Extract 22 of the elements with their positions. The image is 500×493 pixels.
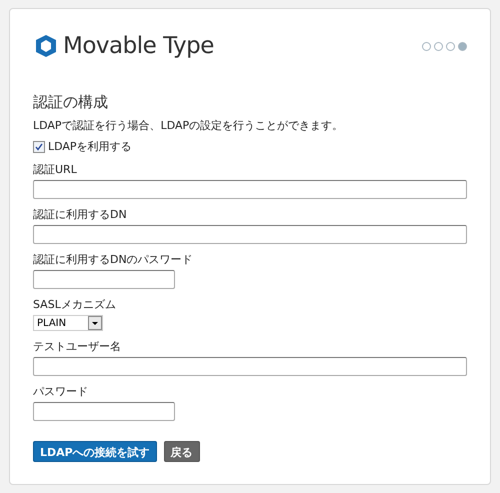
field-label: 認証に利用するDN	[33, 207, 128, 222]
logo-icon	[33, 33, 59, 59]
check-icon	[35, 142, 43, 150]
input-field[interactable]	[33, 357, 467, 376]
input-field[interactable]	[33, 180, 467, 199]
description: LDAPで認証を行う場合、LDAPの設定を行うことができます。	[33, 118, 344, 133]
logo-text: Movable Type	[63, 33, 214, 59]
back-button[interactable]: 戻る	[164, 441, 200, 462]
field-label: 認証URL	[33, 162, 78, 177]
checkbox[interactable]	[33, 140, 45, 152]
input-field[interactable]	[33, 402, 175, 421]
input-field[interactable]	[33, 270, 175, 289]
field-label: SASLメカニズム	[33, 297, 117, 312]
dropdown[interactable]: PLAIN	[33, 315, 103, 331]
input-field[interactable]	[33, 225, 467, 244]
checkbox-label: LDAPを利用する	[48, 139, 132, 154]
caret-icon	[88, 316, 102, 330]
test-connection-button[interactable]: LDAPへの接続を試す	[33, 441, 157, 462]
section-heading: 認証の構成	[33, 93, 109, 112]
field-label: 認証に利用するDNのパスワード	[33, 252, 194, 267]
field-label: テストユーザー名	[33, 339, 122, 354]
field-label: パスワード	[33, 384, 89, 399]
